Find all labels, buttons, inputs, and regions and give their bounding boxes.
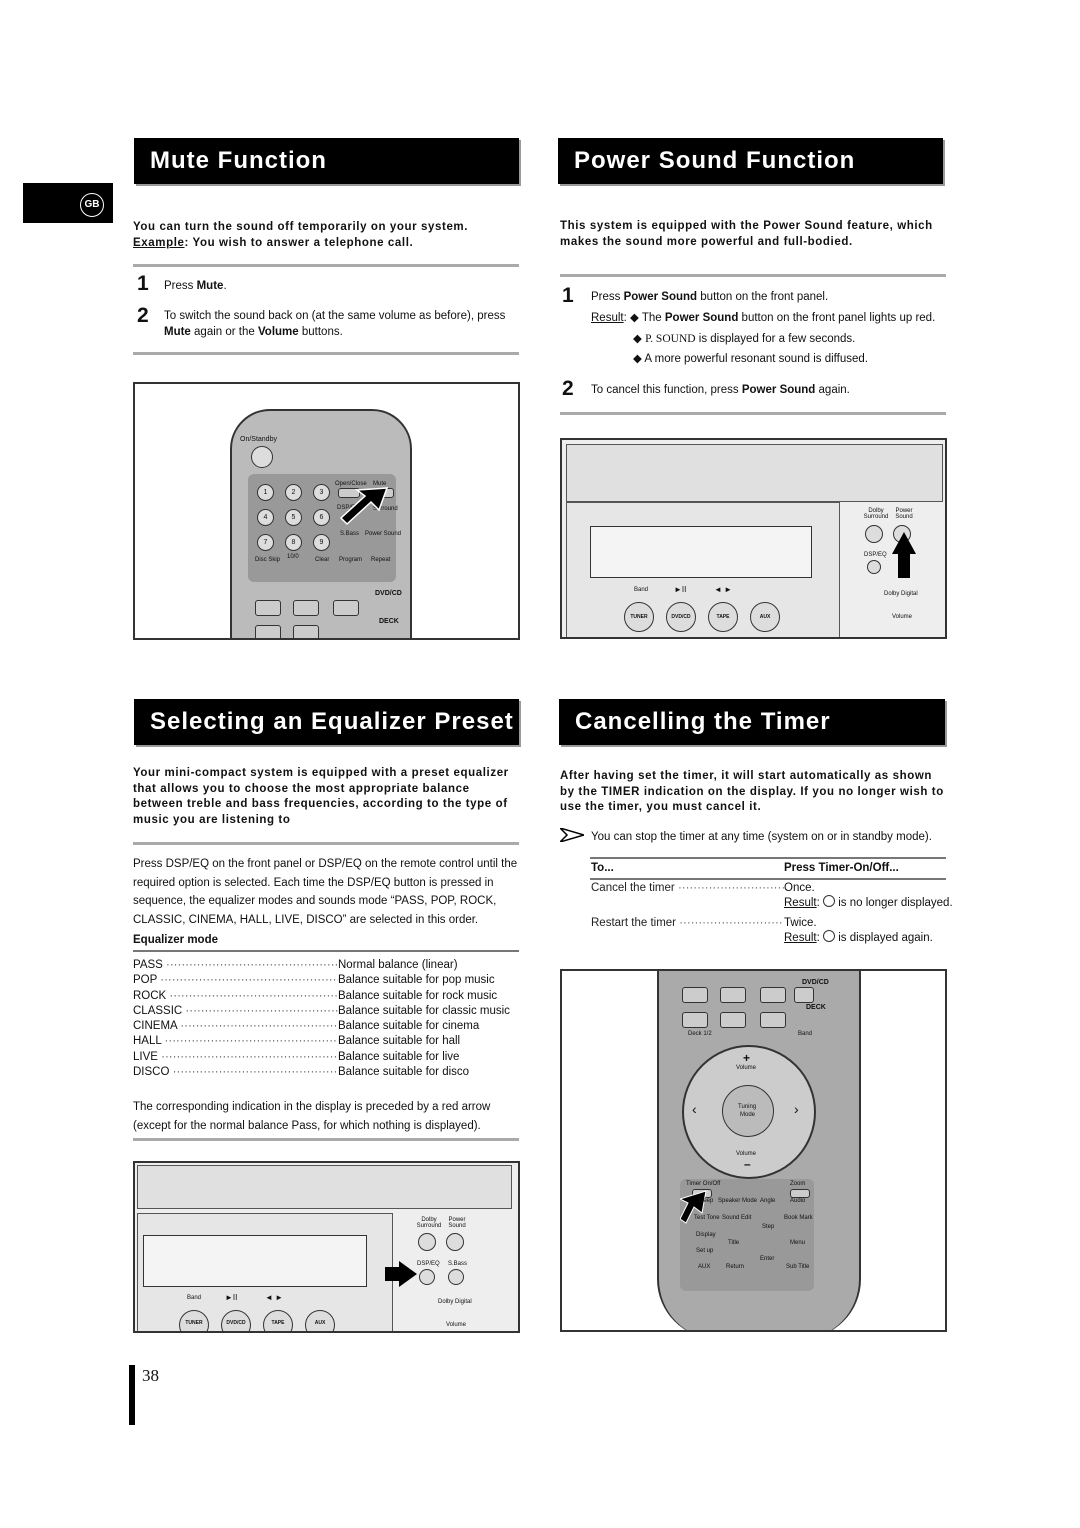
step-number: 1 [137,272,149,295]
power-intro: This system is equipped with the Power S… [560,220,933,248]
diamond-bullet-icon: ◆ [633,332,642,345]
remote-timer-illustration: DVD/CD DECK Deck 1/2 Band + Volume Tunin… [560,969,947,1332]
power-icon [251,446,273,468]
timer-table-row: Cancel the timer ·······················… [591,882,953,909]
eq-mode-desc: Balance suitable for classic music [338,1004,510,1017]
clock-icon [823,930,835,942]
divider [133,842,519,845]
timer-press: Once. [784,882,815,894]
dsp-eq-button [419,1269,435,1285]
eq-mode-header: Equalizer mode [133,934,218,946]
divider [133,264,519,267]
divider [560,274,946,277]
eq-mode-name: ROCK [133,989,338,1004]
eq-mode-list: PASSNormal balance (linear)POPBalance su… [133,958,519,1080]
mute-intro: You can turn the sound off temporarily o… [133,220,523,251]
note-arrow-icon [560,828,584,842]
eq-mode-name: HALL [133,1034,338,1049]
eq-mode-row: CLASSICBalance suitable for classic musi… [133,1004,519,1019]
clock-icon [823,895,835,907]
divider [590,857,946,859]
divider [133,352,519,355]
eq-mode-name: DISCO [133,1065,338,1080]
eq-mode-row: CINEMABalance suitable for cinema [133,1019,519,1034]
eq-mode-row: LIVEBalance suitable for live [133,1050,519,1065]
eq-note: The corresponding indication in the disp… [133,1101,491,1132]
timer-action: Restart the timer ······················… [591,917,784,929]
eq-paragraph: Press DSP/EQ on the front panel or DSP/E… [133,858,518,926]
eq-mode-desc: Balance suitable for pop music [338,974,495,987]
power-step-2: To cancel this function, press Power Sou… [591,384,850,396]
timer-table-row: Restart the timer ······················… [591,917,933,944]
chevron-left-icon: ‹ [692,1101,697,1117]
language-badge: GB [80,193,104,217]
eq-mode-row: HALLBalance suitable for hall [133,1034,519,1049]
diamond-bullet-icon: ◆ [633,353,642,365]
mute-step-2: To switch the sound back on (at the same… [164,310,506,338]
eq-mode-row: POPBalance suitable for pop music [133,973,519,988]
timer-result: is no longer displayed. [838,897,953,909]
manual-page: GB Mute Function You can turn the sound … [0,0,1080,1528]
step-number: 2 [137,304,149,327]
section-title-power-sound: Power Sound Function [558,138,943,184]
divider [133,950,519,952]
diamond-bullet-icon: ◆ [630,312,639,324]
eq-mode-desc: Balance suitable for rock music [338,989,498,1002]
eq-mode-name: CLASSIC [133,1004,338,1019]
timer-note: You can stop the timer at any time (syst… [591,831,932,843]
front-panel-dsp-illustration: Band ►II ◄ ► TUNER DVD/CD TAPE AUX Dolby… [133,1161,520,1333]
timer-intro: After having set the timer, it will star… [560,770,944,813]
eq-mode-row: PASSNormal balance (linear) [133,958,519,973]
eq-mode-desc: Normal balance (linear) [338,959,458,971]
section-title-equalizer: Selecting an Equalizer Preset [134,699,519,745]
page-number: 38 [142,1366,159,1385]
power-step-1: Press Power Sound button on the front pa… [591,291,829,303]
step-number: 1 [562,284,574,307]
example-text: : You wish to answer a telephone call. [184,236,414,249]
front-panel-illustration: Band ►II ◄ ► TUNER DVD/CD TAPE AUX Dolby… [560,438,947,639]
eq-mode-desc: Balance suitable for live [338,1050,460,1063]
remote-illustration: On/Standby Open/Close Mute 1 2 3 4 5 6 7… [133,382,520,640]
section-title-mute: Mute Function [134,138,519,184]
example-label: Example [133,236,185,249]
eq-mode-row: DISCOBalance suitable for disco [133,1065,519,1080]
eq-mode-row: ROCKBalance suitable for rock music [133,989,519,1004]
eq-mode-name: CINEMA [133,1019,338,1034]
timer-col-press: Press Timer-On/Off... [784,862,899,874]
timer-col-to: To... [591,862,614,874]
chevron-right-icon: › [794,1101,799,1117]
power-result: Result: ◆ The Power Sound button on the … [591,312,936,365]
divider [560,412,946,415]
page-number-bar [129,1365,135,1425]
eq-mode-desc: Balance suitable for hall [338,1035,461,1048]
pointer-arrow-icon [385,1261,417,1287]
divider [590,878,946,880]
step-number: 2 [562,377,574,400]
eq-mode-desc: Balance suitable for cinema [338,1020,480,1033]
pointer-arrow-icon [892,532,916,578]
pointer-arrow-icon [339,487,389,526]
divider [133,1138,519,1141]
timer-table: Cancel the timer ·······················… [591,881,953,951]
timer-result: is displayed again. [838,932,933,944]
timer-action: Cancel the timer ·······················… [591,882,784,894]
eq-mode-name: LIVE [133,1050,338,1065]
eq-intro: Your mini-compact system is equipped wit… [133,767,509,826]
eq-mode-desc: Balance suitable for disco [338,1066,470,1079]
eq-mode-name: PASS [133,958,338,973]
mute-intro-line: You can turn the sound off temporarily o… [133,221,469,233]
timer-press: Twice. [784,917,817,929]
mute-step-1: Press Mute. [164,280,227,292]
eq-mode-name: POP [133,973,338,988]
section-title-timer: Cancelling the Timer [559,699,945,745]
